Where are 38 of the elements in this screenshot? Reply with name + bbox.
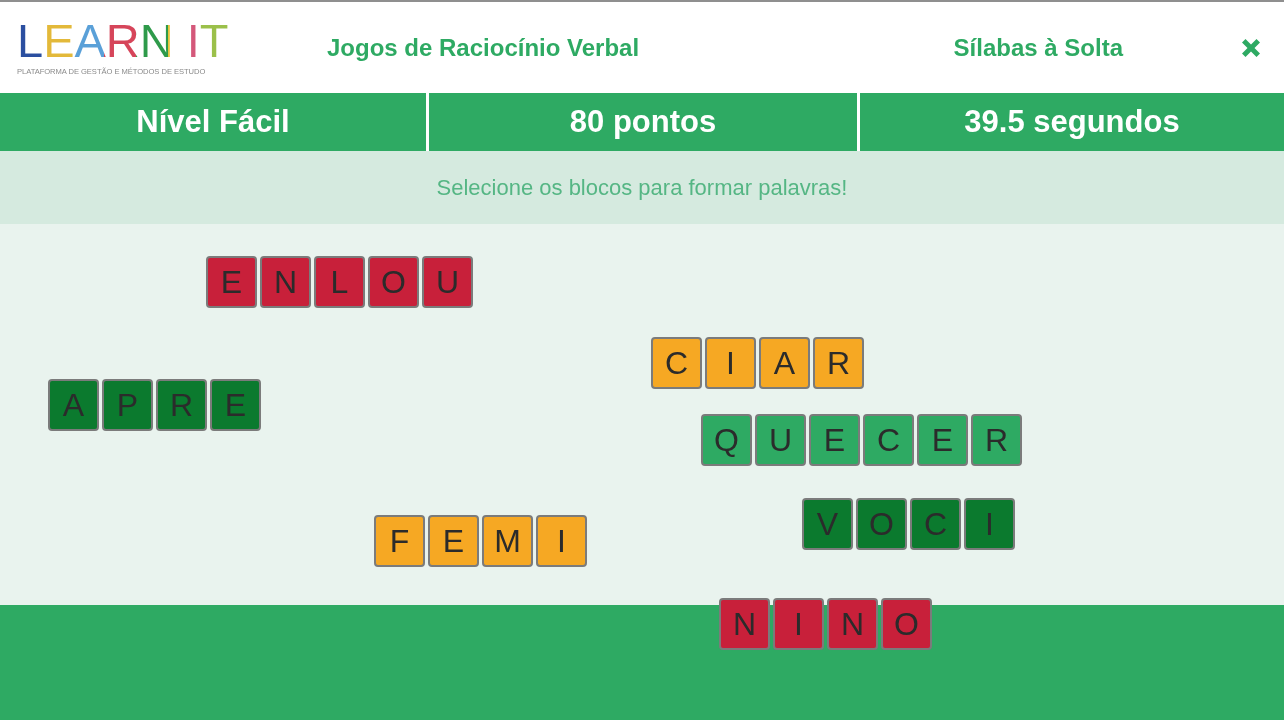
letter-tile[interactable]: E xyxy=(210,379,261,431)
letter-tile[interactable]: E xyxy=(809,414,860,466)
letter-tile[interactable]: R xyxy=(813,337,864,389)
close-icon[interactable] xyxy=(1240,36,1262,59)
letter-tile[interactable]: N xyxy=(827,598,878,650)
instruction-text: Selecione os blocos para formar palavras! xyxy=(436,174,848,201)
letter-tile[interactable]: N xyxy=(260,256,311,308)
letter-tile[interactable]: O xyxy=(881,598,932,650)
letter-tile[interactable]: N xyxy=(719,598,770,650)
letter-tile[interactable]: E xyxy=(206,256,257,308)
letter-tile[interactable]: C xyxy=(863,414,914,466)
stat-cell: 80 pontos xyxy=(429,93,857,151)
letter-tile[interactable]: I xyxy=(964,498,1015,550)
letter-tile[interactable]: M xyxy=(482,515,533,567)
letter-tile[interactable]: C xyxy=(651,337,702,389)
stat-cell: Nível Fácil xyxy=(0,93,426,151)
letter-tile[interactable]: F xyxy=(374,515,425,567)
letter-tile[interactable]: V xyxy=(802,498,853,550)
letter-tile[interactable]: C xyxy=(910,498,961,550)
letter-tile[interactable]: U xyxy=(422,256,473,308)
letter-tile[interactable]: L xyxy=(314,256,365,308)
letter-tile[interactable]: R xyxy=(156,379,207,431)
game-title: Sílabas à Solta xyxy=(953,33,1123,62)
letter-tile[interactable]: I xyxy=(705,337,756,389)
letter-tile[interactable]: U xyxy=(755,414,806,466)
letter-tile[interactable]: R xyxy=(971,414,1022,466)
letter-tile[interactable]: I xyxy=(536,515,587,567)
letter-tile[interactable]: A xyxy=(759,337,810,389)
letter-tile[interactable]: E xyxy=(428,515,479,567)
letter-tile[interactable]: E xyxy=(917,414,968,466)
letter-tile[interactable]: A xyxy=(48,379,99,431)
stat-cell: 39.5 segundos xyxy=(860,93,1284,151)
letter-tile[interactable]: P xyxy=(102,379,153,431)
letter-tile[interactable]: Q xyxy=(701,414,752,466)
game-category: Jogos de Raciocínio Verbal xyxy=(327,33,640,62)
letter-tile[interactable]: I xyxy=(773,598,824,650)
letter-tile[interactable]: O xyxy=(368,256,419,308)
letter-tile[interactable]: O xyxy=(856,498,907,550)
